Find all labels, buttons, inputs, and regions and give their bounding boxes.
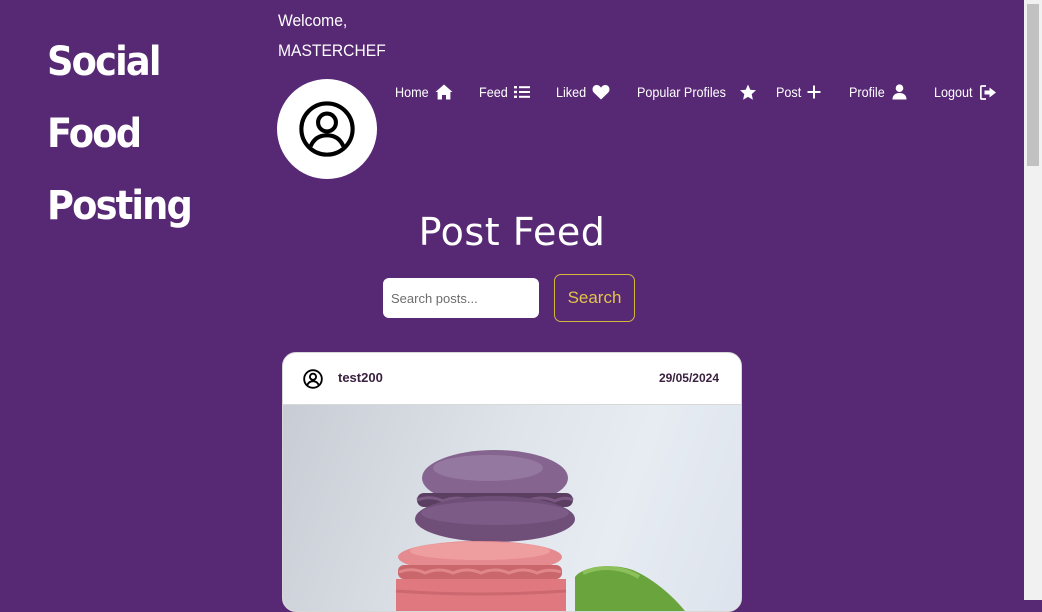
nav-liked[interactable]: Liked — [556, 80, 610, 104]
nav-feed-label: Feed — [479, 84, 508, 100]
post-date: 29/05/2024 — [658, 371, 719, 385]
nav-feed[interactable]: Feed — [479, 80, 530, 104]
user-circle-icon — [299, 101, 355, 157]
nav-post[interactable]: Post — [776, 80, 821, 104]
nav-logout[interactable]: Logout — [934, 80, 997, 104]
list-icon — [513, 86, 530, 98]
welcome-greeting: Welcome, — [278, 11, 348, 30]
post-card[interactable]: test200 29/05/2024 — [282, 352, 742, 612]
nav-logout-label: Logout — [934, 84, 973, 100]
nav-popular-label: Popular Profiles — [637, 84, 726, 100]
nav-home-label: Home — [395, 84, 429, 100]
nav-popular-profiles[interactable]: Popular Profiles — [637, 80, 757, 104]
welcome-block: Welcome, MASTERCHEF — [278, 6, 386, 66]
heart-icon — [592, 84, 610, 100]
page-scrollbar[interactable] — [1024, 0, 1042, 600]
post-image[interactable] — [283, 405, 741, 611]
search-button[interactable]: Search — [554, 274, 635, 322]
scrollbar-thumb[interactable] — [1027, 4, 1039, 166]
plus-icon — [807, 85, 821, 99]
nav-post-label: Post — [776, 84, 802, 100]
logout-icon — [979, 84, 996, 100]
search-input[interactable] — [383, 278, 539, 318]
user-circle-icon — [303, 369, 323, 389]
post-username[interactable]: test200 — [338, 370, 383, 385]
nav-profile-label: Profile — [849, 84, 885, 100]
nav-home[interactable]: Home — [395, 80, 453, 104]
nav-profile[interactable]: Profile — [849, 80, 907, 104]
home-icon — [435, 84, 453, 100]
main-nav: Home Feed Liked Popular Profiles Post Pr… — [0, 80, 1042, 104]
page-title: Post Feed — [418, 210, 606, 254]
nav-liked-label: Liked — [556, 84, 587, 100]
star-icon — [739, 84, 756, 100]
user-icon — [892, 84, 907, 100]
post-card-header: test200 29/05/2024 — [283, 353, 741, 405]
welcome-username: MASTERCHEF — [278, 41, 386, 60]
macarons-photo — [395, 450, 685, 611]
